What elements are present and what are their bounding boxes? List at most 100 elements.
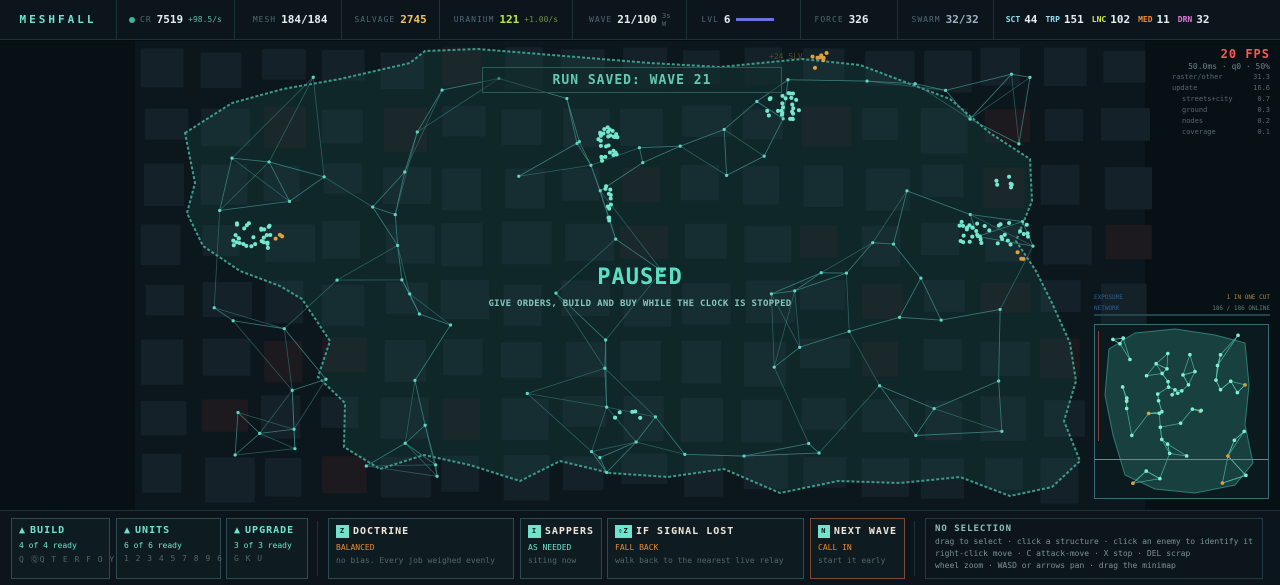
relay-node — [605, 405, 609, 409]
perf-name: ground — [1182, 106, 1208, 114]
resource-bar: MESHFALL CR 7519 +98.5/s MESH 184/184 SA… — [0, 0, 1280, 40]
relay-node — [403, 441, 407, 445]
credits-counter: CR 7519 +98.5/s — [117, 0, 235, 40]
swarm-unit — [603, 154, 608, 159]
sappers-toggle[interactable]: I SAPPERS AS NEEDED siting now — [520, 518, 602, 579]
unit-label-trp: TRP — [1045, 15, 1060, 24]
level-label: LVL — [701, 15, 719, 24]
city-block — [145, 108, 189, 140]
minimap-viewport[interactable] — [1095, 459, 1269, 460]
relay-node — [1028, 75, 1032, 80]
relay-node — [1017, 142, 1021, 146]
upgrade-title: ▲ UPGRADE — [234, 525, 300, 536]
upgrade-menu-button[interactable]: ▲ UPGRADE 3 of 3 ready G K U — [226, 518, 308, 579]
doctrine-toggle[interactable]: Z DOCTRINE BALANCED no bias. Every job w… — [328, 518, 514, 579]
relay-node — [603, 366, 607, 370]
doctrine-description: no bias. Every job weighed evenly — [336, 556, 495, 565]
hotkey-badge: N — [818, 525, 830, 538]
selection-help: NO SELECTION drag to select · click a st… — [925, 518, 1263, 579]
swarm-unit — [766, 113, 771, 118]
city-block — [1044, 109, 1084, 142]
relay-node — [400, 278, 404, 282]
signal-lost-toggle[interactable]: ⇧Z IF SIGNAL LOST FALL BACK walk back to… — [607, 518, 804, 579]
sappers-mode: AS NEEDED — [528, 543, 572, 552]
relay-node — [847, 329, 851, 334]
minimap-node — [1181, 373, 1185, 377]
relay-node — [554, 291, 558, 295]
swarm-unit — [1021, 232, 1026, 237]
swarm-unit — [1024, 222, 1029, 227]
build-status: 4 of 4 ready — [19, 541, 77, 550]
relay-node — [604, 338, 608, 342]
city-block — [205, 457, 255, 503]
minimap-node — [1226, 454, 1230, 458]
salvage-counter: SALVAGE 2745 — [342, 0, 440, 40]
unit-label-drn: DRN — [1177, 15, 1193, 24]
relay-node — [913, 82, 917, 86]
minimap[interactable] — [1094, 324, 1269, 499]
unit-value-trp: 151 — [1063, 13, 1084, 26]
minimap-node — [1243, 383, 1247, 387]
network-health-bar — [1094, 314, 1270, 316]
relay-node — [653, 415, 658, 419]
swarm-unit — [262, 227, 267, 232]
swarm-unit — [598, 131, 603, 136]
perf-value: 0.1 — [1257, 128, 1270, 136]
relay-node — [267, 160, 271, 164]
city-block — [980, 47, 1020, 86]
city-block — [1044, 47, 1087, 87]
minimap-node — [1220, 481, 1225, 485]
units-menu-button[interactable]: ▲ UNITS 6 of 6 ready 1 2 3 4 5 7 8 9 6 — [116, 518, 223, 579]
swarm-unit — [779, 108, 784, 113]
city-block — [322, 456, 367, 494]
swarm-unit — [979, 240, 984, 245]
relay-node — [218, 208, 222, 213]
city-block — [1040, 164, 1080, 205]
level-progress-bar — [735, 18, 774, 21]
swarm-unit — [780, 105, 785, 110]
swarm-unit — [788, 91, 793, 96]
credits-value: 7519 — [156, 13, 184, 26]
swarm-unit — [1019, 256, 1024, 261]
exposure-label: EXPOSURE — [1094, 294, 1123, 301]
relay-node — [798, 345, 802, 349]
relay-node — [413, 378, 417, 382]
perf-row: nodes 0.2 — [1150, 116, 1270, 127]
minimap-node — [1111, 337, 1115, 342]
swarm-unit — [261, 235, 266, 240]
relay-node — [755, 99, 759, 104]
minimap-node — [1118, 341, 1122, 346]
build-menu-button[interactable]: ▲ BUILD 4 of 4 ready Q ⓆQ T E R F O Y — [11, 518, 116, 579]
relay-node — [683, 452, 687, 457]
perf-name: raster/other — [1172, 73, 1223, 81]
relay-node — [1020, 219, 1025, 224]
doctrine-title: Z DOCTRINE — [336, 525, 506, 538]
game-map[interactable]: +24 SLV RUN SAVED: WAVE 21 PAUSED GIVE O… — [0, 41, 1280, 510]
swarm-unit — [999, 234, 1004, 239]
relay-node — [230, 156, 234, 160]
swarm-unit — [1007, 174, 1012, 179]
swarm-unit — [810, 54, 815, 59]
minimap-node — [1146, 411, 1151, 416]
units-hotkeys: 1 2 3 4 5 7 8 9 6 — [124, 554, 223, 563]
minimap-canvas[interactable] — [1095, 325, 1269, 499]
next-wave-button[interactable]: N NEXT WAVE CALL IN start it early — [810, 518, 905, 579]
swarm-unit — [1007, 220, 1012, 225]
swarm-unit — [994, 178, 999, 183]
relay-node — [575, 141, 579, 146]
swarm-unit — [961, 233, 966, 238]
city-block — [1043, 225, 1092, 265]
minimap-node — [1124, 406, 1129, 411]
next-wave-title: N NEXT WAVE — [818, 525, 897, 538]
relay-node — [919, 276, 923, 280]
build-hotkeys: Q ⓆQ T E R F O Y — [19, 555, 116, 564]
unit-label-sct: SCT — [1005, 15, 1021, 24]
minimap-node — [1165, 366, 1169, 371]
upgrade-hotkeys: G K U — [234, 554, 264, 563]
swarm-unit — [796, 108, 801, 113]
swarm-unit — [604, 184, 609, 189]
swarm-unit — [614, 152, 619, 157]
swarm-unit — [249, 244, 254, 249]
relay-node — [769, 292, 774, 296]
relay-node — [634, 440, 638, 444]
